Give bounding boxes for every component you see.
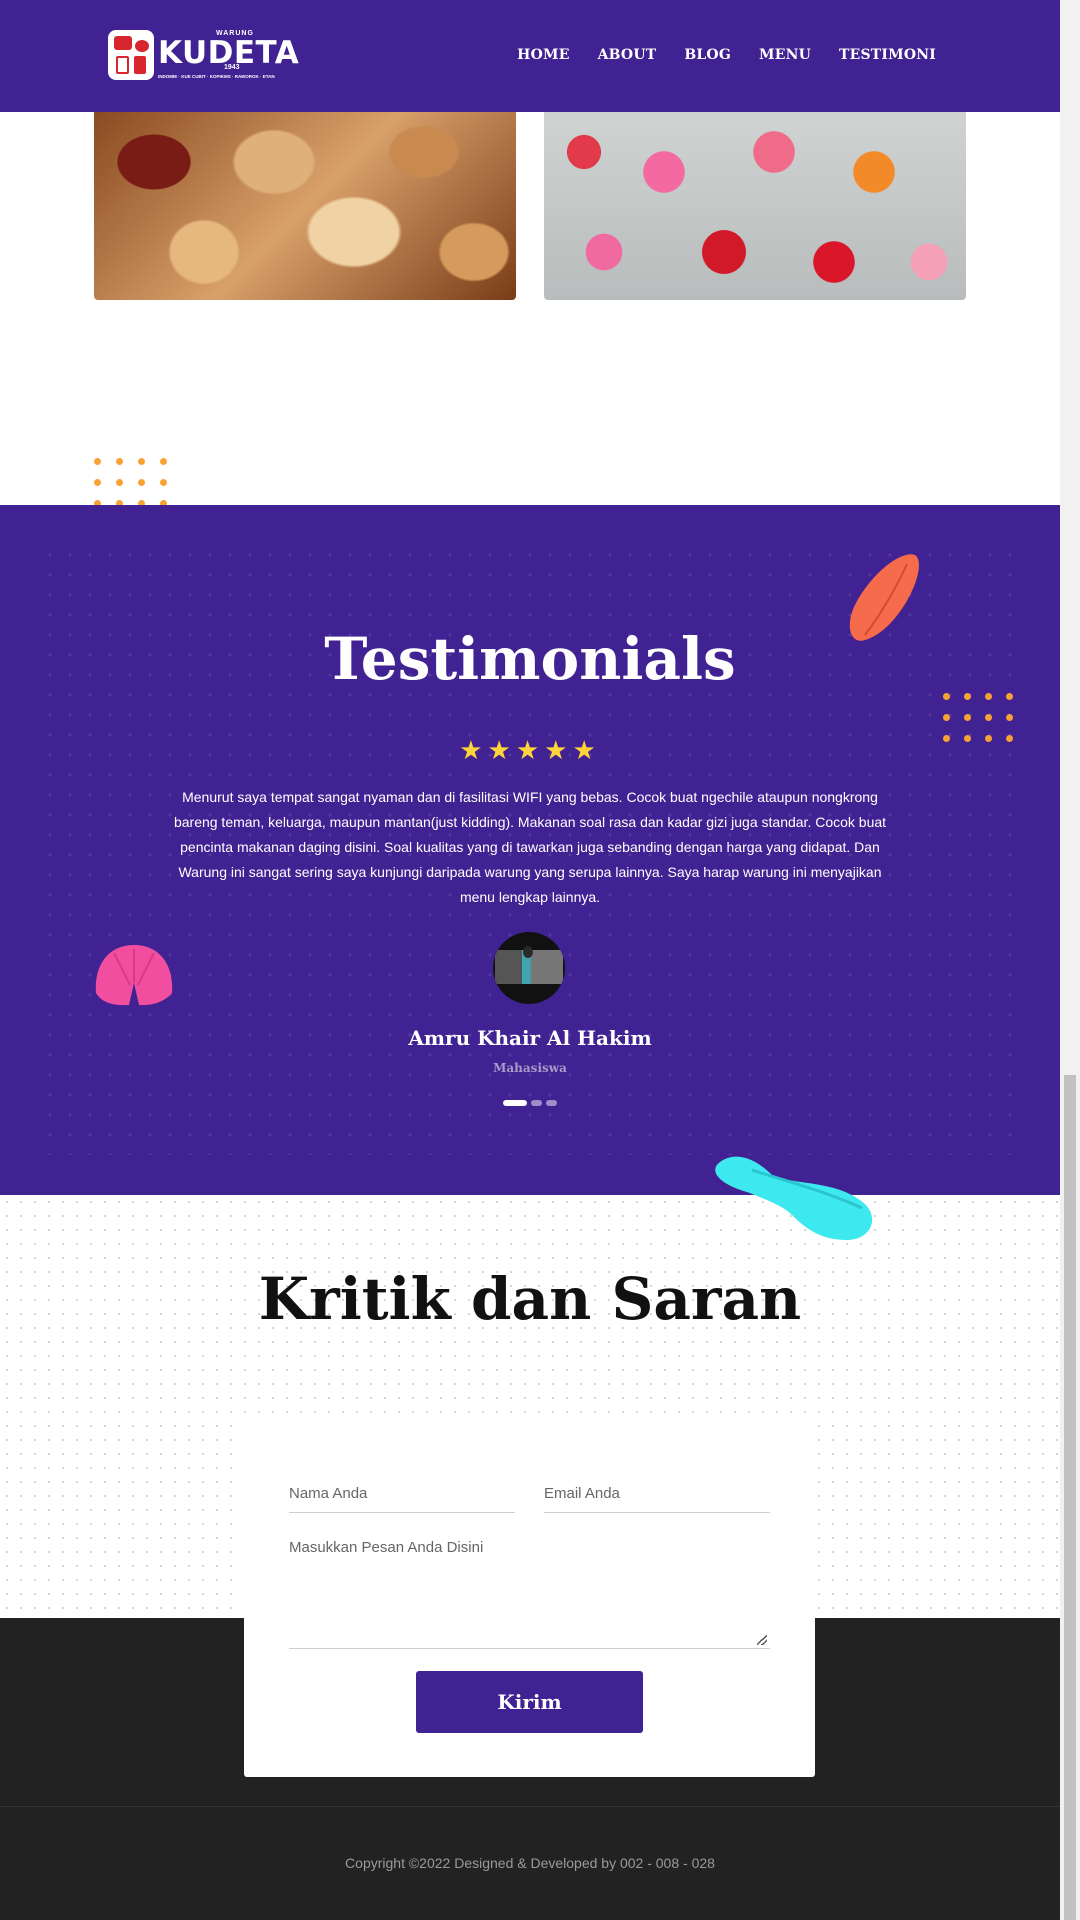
logo-badge-icon bbox=[108, 30, 154, 80]
logo-top-text: WARUNG bbox=[216, 30, 254, 37]
testimonials-section: Testimonials ★★★★★ Menurut saya tempat s… bbox=[0, 505, 1060, 1195]
carousel-dot-3[interactable] bbox=[546, 1100, 557, 1106]
logo-subtitle: INDOMIE · KUE CUBIT · KOPIKMS · RAWOROK … bbox=[158, 74, 275, 79]
copyright-text: Copyright ©2022 Designed & Developed by … bbox=[345, 1855, 715, 1871]
testimonial-role: Mahasiswa bbox=[493, 1061, 567, 1075]
email-input[interactable] bbox=[544, 1469, 770, 1513]
page-scrollbar[interactable] bbox=[1060, 0, 1080, 1920]
flowers-photo[interactable] bbox=[544, 112, 966, 300]
blob-decor-icon bbox=[715, 1156, 873, 1240]
carousel-dot-1[interactable] bbox=[503, 1100, 527, 1106]
nav-about[interactable]: ABOUT bbox=[598, 47, 657, 63]
testimonial-author: Amru Khair Al Hakim bbox=[408, 1026, 652, 1050]
carousel-pager bbox=[503, 1100, 557, 1106]
resize-handle-icon[interactable] bbox=[757, 1635, 767, 1645]
shell-decor-icon bbox=[95, 945, 173, 1006]
name-input[interactable] bbox=[289, 1469, 515, 1513]
feedback-form: Kirim bbox=[244, 1413, 815, 1777]
rating-stars-icon: ★★★★★ bbox=[459, 735, 601, 765]
logo-year: 1943 bbox=[224, 64, 240, 71]
avatar bbox=[493, 932, 565, 1004]
scrollbar-thumb[interactable] bbox=[1064, 1075, 1076, 1920]
nav-blog[interactable]: BLOG bbox=[684, 47, 731, 63]
feedback-title: Kritik dan Saran bbox=[258, 1265, 802, 1333]
testimonial-quote: Menurut saya tempat sangat nyaman dan di… bbox=[173, 789, 887, 905]
footer-divider bbox=[0, 1806, 1060, 1807]
submit-button[interactable]: Kirim bbox=[416, 1671, 643, 1733]
pastry-photo[interactable] bbox=[94, 112, 516, 300]
main-nav: HOME ABOUT BLOG MENU TESTIMONI bbox=[489, 47, 936, 63]
message-textarea[interactable] bbox=[289, 1539, 770, 1649]
logo[interactable]: WARUNG KUDETA 1943 INDOMIE · KUE CUBIT ·… bbox=[108, 30, 299, 80]
carousel-dot-2[interactable] bbox=[531, 1100, 542, 1106]
nav-testimoni[interactable]: TESTIMONI bbox=[839, 47, 936, 63]
site-header: WARUNG KUDETA 1943 INDOMIE · KUE CUBIT ·… bbox=[0, 0, 1060, 112]
testimonials-title: Testimonials bbox=[324, 625, 736, 693]
nav-home[interactable]: HOME bbox=[517, 47, 569, 63]
nav-menu[interactable]: MENU bbox=[759, 47, 811, 63]
